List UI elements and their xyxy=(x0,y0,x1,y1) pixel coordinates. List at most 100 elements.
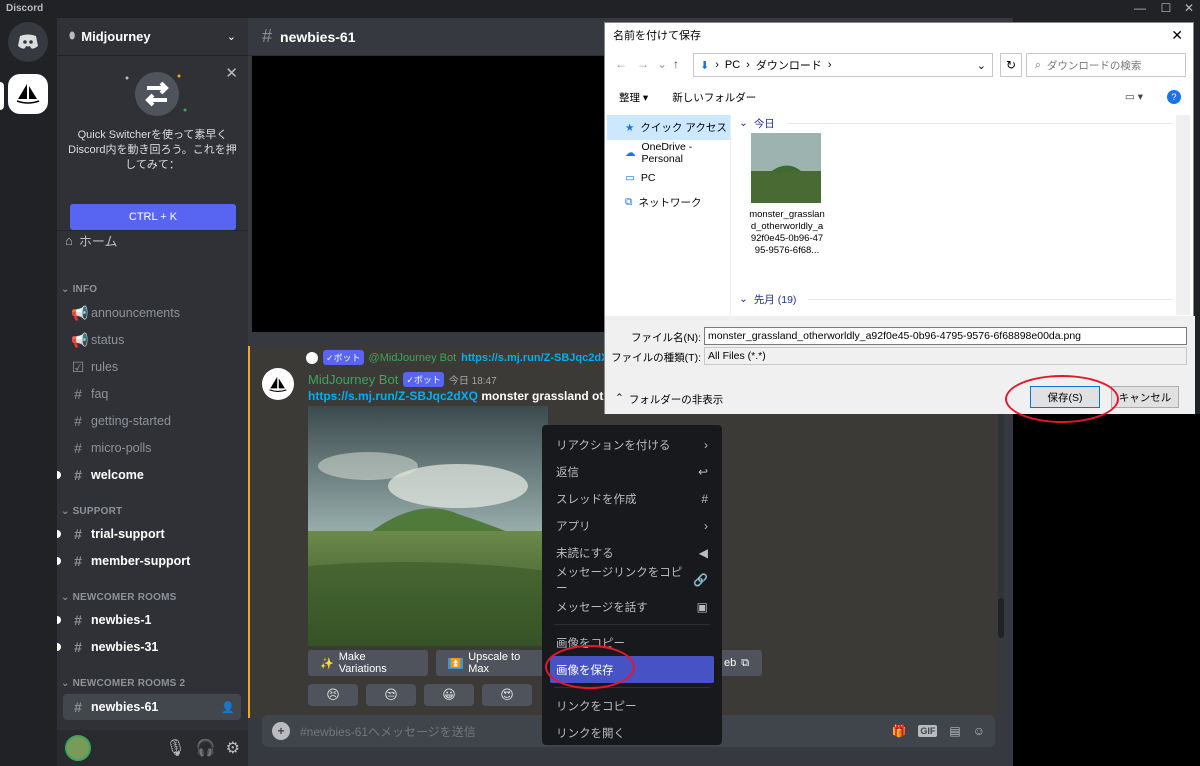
channel-newbies-31[interactable]: # newbies-31 xyxy=(57,634,241,660)
maximize-icon[interactable]: ☐ xyxy=(1158,1,1174,15)
menu-item-reply[interactable]: 返信 ↩ xyxy=(550,458,714,485)
reaction-button[interactable]: 😣 xyxy=(308,684,358,706)
new-folder-button[interactable]: 新しいフォルダー xyxy=(672,90,756,105)
channel-trial-support[interactable]: # trial-support xyxy=(57,521,241,547)
channel-label: newbies-61 xyxy=(91,700,159,714)
search-input[interactable]: ⌕ ダウンロードの検索 xyxy=(1026,53,1186,77)
help-icon[interactable]: ? xyxy=(1167,90,1181,104)
close-icon[interactable]: ✕ xyxy=(1171,27,1183,44)
refresh-icon[interactable]: ↻ xyxy=(1000,53,1022,77)
menu-item-mark-unread[interactable]: 未読にする ◀ xyxy=(550,539,714,566)
emoji-icon[interactable]: ☺ xyxy=(973,724,985,738)
category-support[interactable]: ⌄ SUPPORT xyxy=(61,506,122,517)
filename-input[interactable]: monster_grassland_otherworldly_a92f0e45-… xyxy=(704,327,1187,345)
menu-item-label: スレッドを作成 xyxy=(556,493,637,506)
category-info[interactable]: ⌄ INFO xyxy=(61,284,97,295)
up-arrow-icon[interactable]: ↑ xyxy=(673,57,679,71)
nav-onedrive[interactable]: ☁ OneDrive - Personal xyxy=(607,140,730,165)
menu-separator xyxy=(554,624,710,625)
home-link[interactable]: ⌂ ホーム xyxy=(65,226,117,254)
filetype-select[interactable]: All Files (*.*) xyxy=(704,347,1187,365)
server-boat-icon: ⬮ xyxy=(69,31,76,42)
path-segment[interactable]: PC xyxy=(725,59,740,71)
gift-icon[interactable]: 🎁 xyxy=(891,724,906,738)
reaction-button[interactable]: 😍 xyxy=(482,684,532,706)
bot-badge: ✓ボット xyxy=(403,372,444,387)
view-options-icon[interactable]: ▭ ▾ xyxy=(1125,91,1143,103)
menu-item-copy-link[interactable]: リンクをコピー xyxy=(550,692,714,719)
menu-item-speak-message[interactable]: メッセージを話す ▣ xyxy=(550,593,714,620)
midjourney-server-icon[interactable] xyxy=(8,74,48,114)
minimize-icon[interactable]: — xyxy=(1132,1,1148,15)
channel-member-support[interactable]: # member-support xyxy=(57,548,241,574)
menu-item-open-link[interactable]: リンクを開く xyxy=(550,719,714,746)
gear-icon[interactable]: ⚙ xyxy=(226,738,240,758)
web-link-button[interactable]: eb ⧉ xyxy=(718,650,762,676)
checkbox-icon: ☑ xyxy=(71,358,85,375)
channel-micro-polls[interactable]: # micro-polls xyxy=(63,435,241,461)
message-link[interactable]: https://s.mj.run/Z-SBJqc2dXQ xyxy=(308,389,478,403)
chevron-down-icon[interactable]: ⌄ xyxy=(657,57,667,71)
add-member-icon[interactable]: 👤 xyxy=(221,701,235,714)
back-arrow-icon[interactable]: ← xyxy=(615,57,627,71)
menu-item-apps[interactable]: アプリ › xyxy=(550,512,714,539)
menu-item-copy-message-link[interactable]: メッセージリンクをコピー 🔗 xyxy=(550,566,714,595)
category-newcomer-rooms[interactable]: ⌄ NEWCOMER ROOMS xyxy=(61,592,176,603)
channel-label: member-support xyxy=(91,554,191,568)
channel-welcome[interactable]: # welcome xyxy=(57,462,241,488)
menu-item-add-reaction[interactable]: リアクションを付ける › xyxy=(550,431,714,458)
microphone-icon[interactable]: 🎙 xyxy=(165,738,185,758)
chevron-down-icon[interactable]: ⌄ xyxy=(977,59,986,72)
group-last-month[interactable]: ⌄ 先月 (19) xyxy=(733,291,1173,307)
nav-quick-access[interactable]: ★ クイック アクセス xyxy=(607,115,730,140)
file-thumbnail[interactable] xyxy=(751,133,821,203)
category-newcomer-rooms-2[interactable]: ⌄ NEWCOMER ROOMS 2 xyxy=(61,678,185,689)
hash-icon: # xyxy=(74,413,82,429)
channel-newbies-1[interactable]: # newbies-1 xyxy=(57,607,241,633)
forward-arrow-icon[interactable]: → xyxy=(637,57,649,71)
make-variations-button[interactable]: ✨ Make Variations xyxy=(308,650,428,676)
home-label: ホーム xyxy=(78,233,118,249)
save-as-dialog: 名前を付けて保存 ✕ ← → ⌄ ↑ ⬇ › PC › ダウンロード › ⌄ ↻… xyxy=(604,22,1195,414)
author-name[interactable]: MidJourney Bot xyxy=(308,372,398,387)
reaction-button[interactable]: 😒 xyxy=(366,684,416,706)
headphones-icon[interactable]: 🎧 xyxy=(196,738,216,758)
scrollbar-thumb[interactable] xyxy=(998,598,1004,638)
channel-sidebar: ⬮ Midjourney ⌄ ✕ Quick Switcherを使って素早くDi… xyxy=(57,18,248,766)
generated-image[interactable] xyxy=(308,406,548,646)
message-content: https://s.mj.run/Z-SBJqc2dXQ monster gra… xyxy=(308,389,608,403)
discord-home-icon[interactable] xyxy=(8,22,48,62)
cancel-button[interactable]: キャンセル xyxy=(1111,386,1179,408)
reply-link[interactable]: https://s.mj.run/Z-SBJqc2dXQ xyxy=(461,352,617,364)
sticker-icon[interactable]: ▤ xyxy=(949,724,960,738)
close-icon[interactable]: ✕ xyxy=(225,64,238,82)
channel-getting-started[interactable]: # getting-started xyxy=(63,408,241,434)
thread-hash-icon: # xyxy=(74,553,82,569)
hide-folders-toggle[interactable]: ⌃ フォルダーの非表示 xyxy=(615,392,723,407)
chevron-down-icon[interactable]: ⌄ xyxy=(227,30,236,43)
avatar[interactable] xyxy=(65,735,91,761)
nav-pc[interactable]: ▭ PC xyxy=(607,165,730,190)
channel-announcements[interactable]: 📢 announcements xyxy=(63,300,241,326)
channel-status[interactable]: 📢 status xyxy=(63,327,241,353)
organize-button[interactable]: 整理 ▾ xyxy=(619,90,648,105)
path-box[interactable]: ⬇ › PC › ダウンロード › ⌄ xyxy=(693,53,993,77)
nav-network[interactable]: ⧉ ネットワーク xyxy=(607,190,730,215)
path-segment[interactable]: ダウンロード xyxy=(756,57,822,73)
path-sep-icon: › xyxy=(827,59,832,71)
channel-faq[interactable]: # faq xyxy=(63,381,241,407)
bot-avatar[interactable] xyxy=(262,368,294,400)
reaction-button[interactable]: 😀 xyxy=(424,684,474,706)
close-window-icon[interactable]: ✕ xyxy=(1181,1,1197,15)
menu-item-create-thread[interactable]: スレッドを作成 # xyxy=(550,485,714,512)
channel-rules[interactable]: ☑ rules xyxy=(63,354,241,380)
upscale-to-max-button[interactable]: ⏫ Upscale to Max xyxy=(436,650,546,676)
group-today[interactable]: ⌄ 今日 xyxy=(733,115,1173,131)
server-header[interactable]: ⬮ Midjourney ⌄ xyxy=(57,18,248,56)
channel-newbies-61[interactable]: # newbies-61 👤 xyxy=(63,694,241,720)
file-list-scrollbar[interactable] xyxy=(1176,115,1190,315)
gif-icon[interactable]: GIF xyxy=(918,725,938,737)
reply-reference[interactable]: ✓ボット @MidJourney Bot https://s.mj.run/Z-… xyxy=(306,350,617,365)
thread-icon: # xyxy=(701,491,708,506)
add-attachment-icon[interactable]: + xyxy=(272,722,290,740)
